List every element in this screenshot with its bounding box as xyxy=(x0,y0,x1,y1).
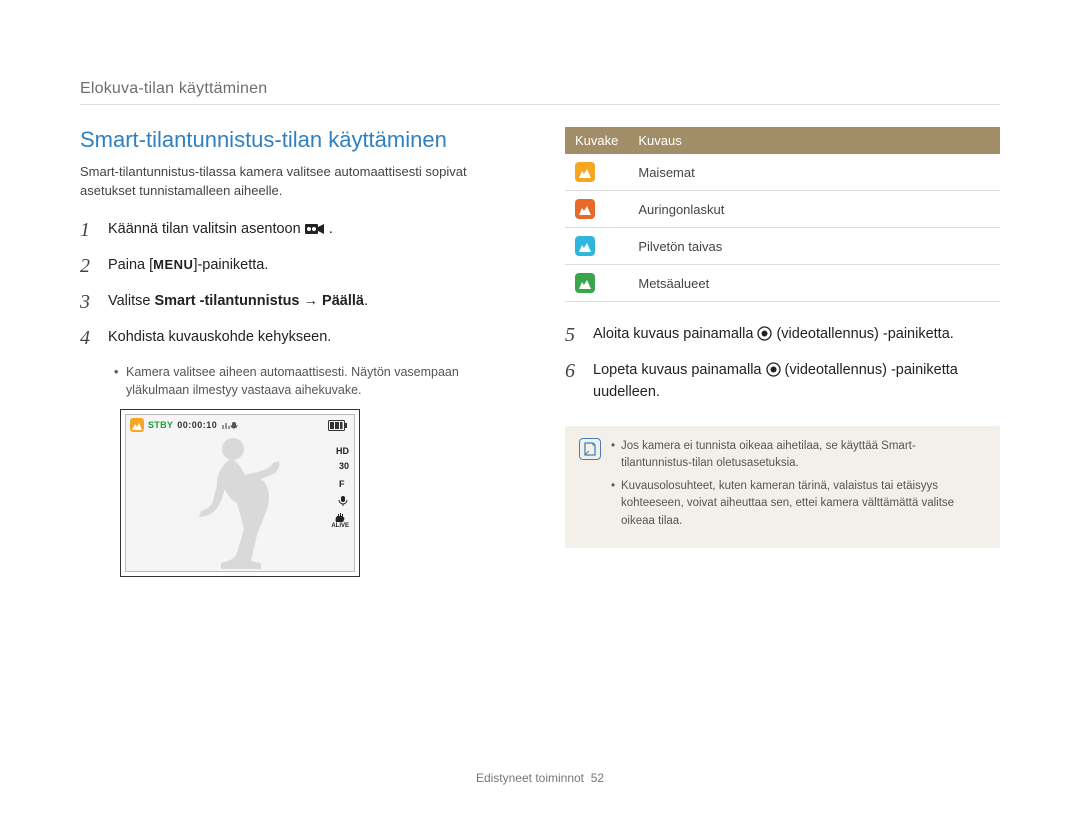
section-title: Smart-tilantunnistus-tilan käyttäminen xyxy=(80,127,515,153)
step-text-end: . xyxy=(364,293,368,309)
movie-mode-icon xyxy=(305,222,325,236)
right-column: Kuvake Kuvaus MaisematAuringonlaskutPilv… xyxy=(565,127,1000,751)
lcd-alive: ALIVE xyxy=(331,523,349,529)
lcd-preview: STBY 00:00:10 HD 30F ALIVE xyxy=(120,409,360,577)
footer-page: 52 xyxy=(591,771,604,785)
step-2: 2 Paina [MENU]-painiketta. xyxy=(80,255,515,277)
th-desc: Kuvaus xyxy=(628,127,1000,154)
page-footer: Edistyneet toiminnot 52 xyxy=(80,751,1000,785)
step-1: 1 Käännä tilan valitsin asentoon . xyxy=(80,219,515,241)
step-6: 6 Lopeta kuvaus painamalla (videotallenn… xyxy=(565,360,1000,404)
step-3: 3 Valitse Smart -tilantunnistus → Päällä… xyxy=(80,291,515,313)
step-text-end: . xyxy=(329,221,333,237)
note-bullet-2: Kuvausolosuhteet, kuten kameran tärinä, … xyxy=(611,478,986,530)
scene-icon xyxy=(575,162,595,182)
scene-label: Pilvetön taivas xyxy=(628,228,1000,265)
note-bullet-1: Jos kamera ei tunnista oikeaa aihetilaa,… xyxy=(611,438,986,473)
step-text-end: ]-painiketta. xyxy=(193,257,268,273)
step-text: Valitse xyxy=(108,293,154,309)
divider xyxy=(80,104,1000,105)
scene-label: Maisemat xyxy=(628,154,1000,191)
table-row: Auringonlaskut xyxy=(565,191,1000,228)
step-4-sub: Kamera valitsee aiheen automaattisesti. … xyxy=(114,363,515,399)
running-head: Elokuva-tilan käyttäminen xyxy=(80,80,1000,98)
left-column: Smart-tilantunnistus-tilan käyttäminen S… xyxy=(80,127,515,751)
step-number: 6 xyxy=(565,360,583,404)
menu-label: MENU xyxy=(153,255,193,275)
scene-label: Metsäalueet xyxy=(628,265,1000,302)
th-icon: Kuvake xyxy=(565,127,628,154)
step-text: Aloita kuvaus painamalla xyxy=(593,326,757,342)
lcd-time: 00:00:10 xyxy=(177,420,217,430)
step-4: 4 Kohdista kuvauskohde kehykseen. xyxy=(80,327,515,349)
step-5: 5 Aloita kuvaus painamalla (videotallenn… xyxy=(565,324,1000,346)
lcd-fps-icon: 30F xyxy=(339,462,349,489)
table-row: Metsäalueet xyxy=(565,265,1000,302)
intro-text: Smart-tilantunnistus-tilassa kamera vali… xyxy=(80,163,515,201)
lcd-hd-icon: HD xyxy=(336,447,349,456)
scene-icon xyxy=(575,236,595,256)
landscape-scene-icon xyxy=(130,418,144,432)
hand-icon xyxy=(334,513,346,523)
step-text: Kohdista kuvauskohde kehykseen. xyxy=(108,327,515,349)
scene-icon xyxy=(575,199,595,219)
step-number: 3 xyxy=(80,291,98,313)
scene-icon xyxy=(575,273,595,293)
mic-icon xyxy=(221,420,243,430)
step-text: Käännä tilan valitsin asentoon xyxy=(108,221,305,237)
skater-figure-icon xyxy=(171,431,301,571)
record-button-icon xyxy=(766,362,781,377)
note-icon xyxy=(579,438,601,460)
step-text-end: (videotallennus) -painiketta. xyxy=(776,326,953,342)
record-button-icon xyxy=(757,326,772,341)
mic-small-icon xyxy=(337,495,349,507)
battery-icon xyxy=(328,420,348,431)
step-bold: Smart -tilantunnistus → Päällä xyxy=(154,293,364,309)
step-number: 2 xyxy=(80,255,98,277)
table-row: Pilvetön taivas xyxy=(565,228,1000,265)
table-row: Maisemat xyxy=(565,154,1000,191)
lcd-stby: STBY xyxy=(148,420,173,430)
step-number: 1 xyxy=(80,219,98,241)
step-number: 5 xyxy=(565,324,583,346)
step-text: Lopeta kuvaus painamalla xyxy=(593,362,766,378)
footer-section: Edistyneet toiminnot xyxy=(476,771,584,785)
scene-label: Auringonlaskut xyxy=(628,191,1000,228)
step-text: Paina [ xyxy=(108,257,153,273)
step-number: 4 xyxy=(80,327,98,349)
note-box: Jos kamera ei tunnista oikeaa aihetilaa,… xyxy=(565,426,1000,548)
icon-table: Kuvake Kuvaus MaisematAuringonlaskutPilv… xyxy=(565,127,1000,302)
